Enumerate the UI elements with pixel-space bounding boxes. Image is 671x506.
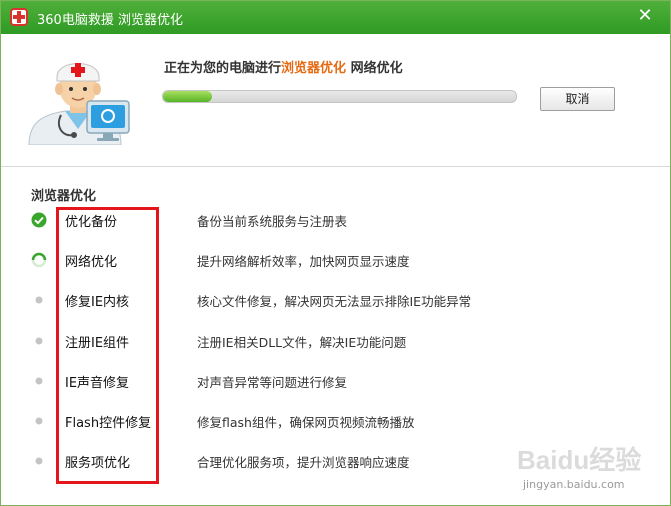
doctor-ear-left: [55, 83, 63, 95]
dot-icon: [35, 296, 43, 304]
status-highlight: 浏览器优化: [281, 61, 347, 76]
monitor-screen: [91, 105, 125, 128]
annotation-highlight-box: [56, 207, 159, 484]
task-description: 备份当前系统服务与注册表: [197, 214, 348, 229]
task-description: 注册IE相关DLL文件，解决IE功能问题: [197, 334, 407, 350]
dot-icon: [35, 337, 43, 345]
cap-cross-h: [71, 67, 85, 73]
task-description: 提升网络解析效率，加快网页显示速度: [197, 254, 410, 270]
window-title: 360电脑救援 浏览器优化: [37, 9, 183, 28]
dot-icon: [35, 417, 43, 425]
header-divider: [1, 166, 670, 167]
monitor-base: [97, 138, 119, 141]
check-circle-icon: [31, 212, 47, 228]
progress-fill: [163, 91, 213, 102]
close-icon: ✕: [637, 5, 653, 26]
task-description: 核心文件修复，解决网页无法显示排除IE功能异常: [197, 294, 472, 310]
stethoscope-head: [71, 132, 77, 138]
task-description: 合理优化服务项，提升浏览器响应速度: [197, 455, 410, 471]
cancel-button[interactable]: 取消: [540, 87, 615, 111]
doctor-ear-right: [93, 83, 101, 95]
doctor-avatar: [28, 63, 130, 145]
doctor-eye-right: [83, 87, 87, 91]
window-title-suffix: 浏览器优化: [117, 13, 183, 28]
close-button[interactable]: ✕: [634, 5, 656, 27]
status-suffix: 网络优化: [350, 61, 403, 76]
app-window: 360电脑救援 浏览器优化 ✕ 正在为您的电脑进行浏览器优化 网络优化 取消 浏…: [0, 0, 671, 506]
status-message: 正在为您的电脑进行浏览器优化 网络优化: [164, 57, 403, 76]
dot-icon: [35, 457, 43, 465]
section-title: 浏览器优化: [31, 189, 97, 204]
monitor-stand: [103, 133, 113, 138]
dot-icon: [35, 377, 43, 385]
task-description: 对声音异常等问题进行修复: [197, 374, 348, 390]
task-description: 修复flash组件，确保网页视频流畅播放: [197, 415, 415, 430]
spinner-icon: [31, 252, 47, 268]
title-bar[interactable]: 360电脑救援 浏览器优化 ✕: [1, 1, 670, 34]
app-logo-icon: [10, 8, 28, 26]
app-name: 360电脑救援: [37, 13, 114, 28]
doctor-eye-left: [69, 87, 73, 91]
progress-bar: [162, 90, 517, 103]
status-prefix: 正在为您的电脑进行: [164, 61, 282, 76]
watermark-url: jingyan.baidu.com: [523, 478, 625, 491]
watermark-brand: Baidu经验: [517, 445, 641, 475]
